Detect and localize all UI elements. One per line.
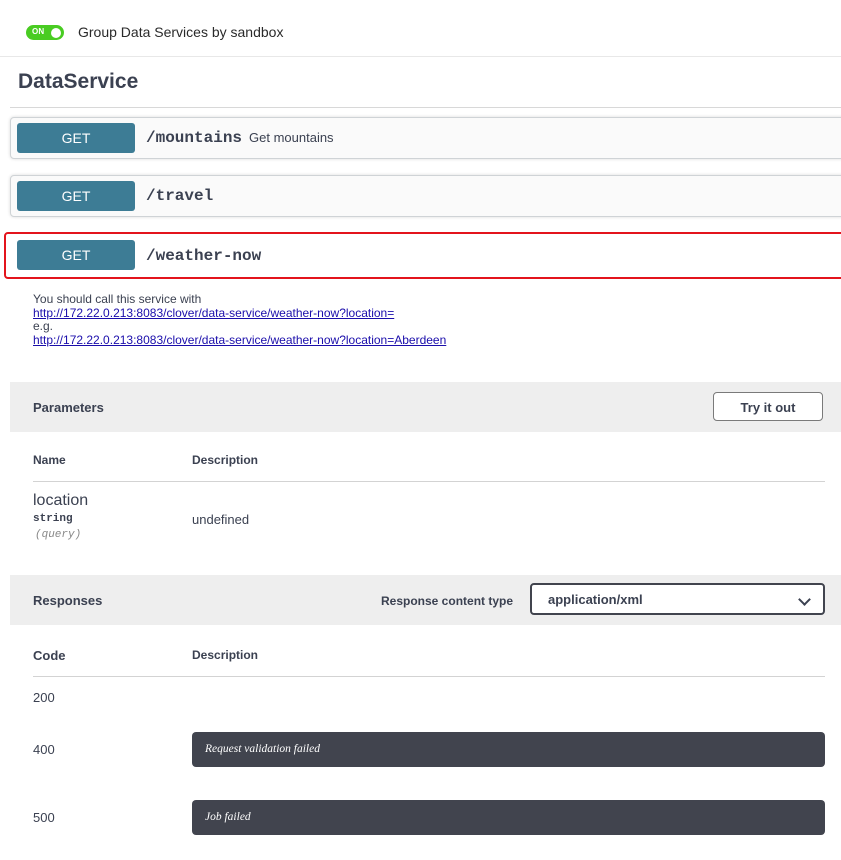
group-toggle[interactable]: ON — [26, 25, 64, 40]
response-code-200: 200 — [33, 690, 55, 705]
operation-path: /travel — [146, 187, 213, 205]
operation-travel[interactable]: GET /travel — [10, 175, 841, 217]
description-intro: You should call this service with — [33, 292, 202, 306]
path-text: /weather-now — [146, 247, 262, 265]
toggle-label: Group Data Services by sandbox — [78, 24, 284, 40]
param-col-description: Description — [192, 453, 259, 467]
responses-title: Responses — [33, 593, 103, 608]
section-title[interactable]: DataService — [18, 70, 138, 94]
chevron-down-icon — [798, 593, 811, 606]
response-code-400: 400 — [33, 742, 55, 757]
description-eg: e.g. — [33, 319, 54, 333]
param-col-name: Name — [33, 453, 66, 467]
toggle-on-text: ON — [32, 27, 45, 36]
operation-path: /weather-now — [146, 247, 261, 265]
section-divider — [10, 107, 841, 108]
top-bar: ON Group Data Services by sandbox — [0, 0, 841, 57]
path-text: /mountains — [146, 129, 243, 147]
response-content-type-select[interactable]: application/xml — [530, 583, 825, 615]
path-text: /travel — [146, 187, 214, 205]
operation-summary: Get mountains — [249, 130, 334, 145]
parameters-header: Parameters Try it out — [10, 382, 841, 432]
selected-content-type: application/xml — [548, 592, 643, 607]
param-name: location — [33, 492, 89, 509]
try-it-out-button[interactable]: Try it out — [713, 392, 823, 421]
response-header-divider — [33, 676, 825, 677]
response-col-description: Description — [192, 648, 259, 662]
response-description-400: Request validation failed — [192, 732, 825, 767]
operation-path: /mountains Get mountains — [146, 129, 334, 147]
example-link-base[interactable]: http://172.22.0.213:8083/clover/data-ser… — [33, 306, 446, 321]
operation-mountains[interactable]: GET /mountains Get mountains — [10, 117, 841, 159]
param-type: string — [33, 513, 73, 525]
response-description-500: Job failed — [192, 800, 825, 835]
method-badge: GET — [17, 181, 135, 211]
parameters-title: Parameters — [33, 400, 104, 415]
method-badge: GET — [17, 123, 135, 153]
toggle-knob — [51, 27, 61, 38]
operation-weather-now[interactable]: GET /weather-now — [4, 232, 841, 279]
param-header-divider — [33, 481, 825, 482]
response-content-type-label: Response content type — [381, 594, 514, 608]
param-description: undefined — [192, 512, 250, 527]
response-code-500: 500 — [33, 810, 55, 825]
method-badge: GET — [17, 240, 135, 270]
operation-description: You should call this service with http:/… — [33, 292, 446, 348]
example-link-aberdeen[interactable]: http://172.22.0.213:8083/clover/data-ser… — [33, 333, 446, 348]
response-col-code: Code — [33, 648, 66, 663]
param-location: (query) — [35, 529, 82, 541]
